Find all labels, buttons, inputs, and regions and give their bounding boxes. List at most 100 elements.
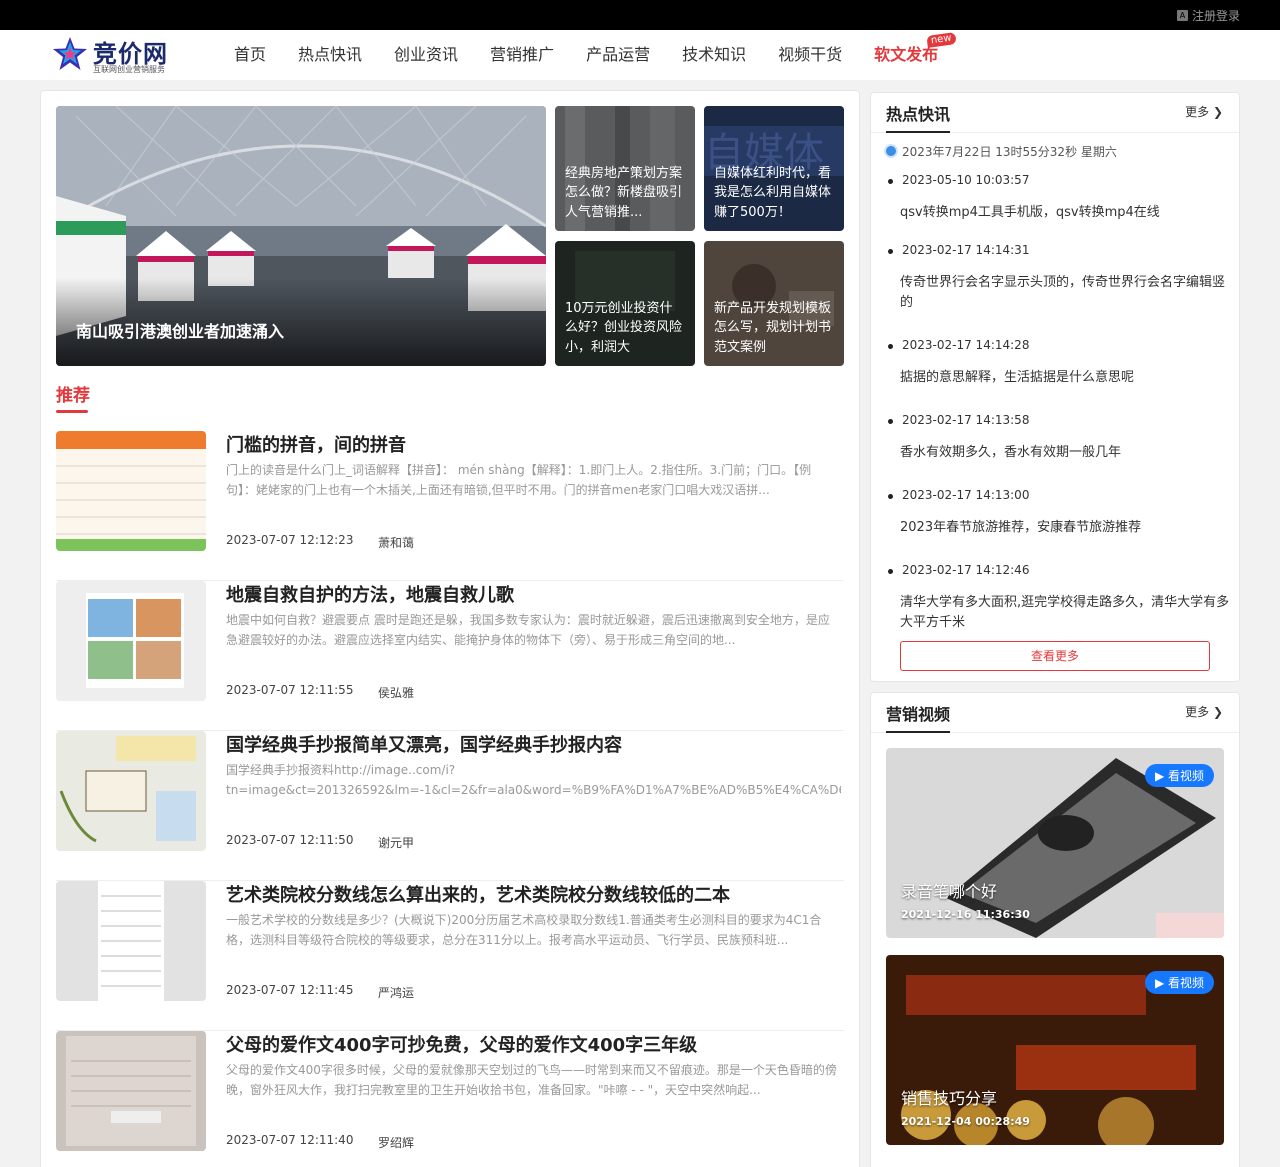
hero-card-1[interactable]: 经典房地产策划方案怎么做？新楼盘吸引人气营销推...	[555, 106, 695, 231]
video-header: 营销视频 更多 ❯	[871, 693, 1239, 733]
logo-slogan: 互联网创业营销服务	[93, 65, 165, 74]
post-thumbnail-image	[56, 581, 206, 701]
timeline-time: 2023-02-17 14:13:00	[902, 488, 1030, 502]
timeline-link[interactable]: 掂据的意思解释，生活掂据是什么意思呢	[900, 368, 1230, 388]
play-video-button[interactable]: ▶ 看视频	[1144, 971, 1214, 994]
post-desc: 地震中如何自救？避震要点 震时是跑还是躲，我国多数专家认为：震时就近躲避，震后迅…	[226, 613, 830, 647]
timeline-link[interactable]: 香水有效期多久，香水有效期一般几年	[900, 443, 1230, 463]
video-card-2[interactable]: ▶ 看视频 销售技巧分享 2021-12-04 00:28:49	[886, 955, 1224, 1145]
post-thumbnail[interactable]	[56, 581, 206, 701]
timeline-current-dot-icon	[886, 146, 896, 156]
post-thumbnail-image	[56, 431, 206, 551]
view-more-button[interactable]: 查看更多	[900, 641, 1210, 671]
site-header: 竞价网 互联网创业营销服务 首页 热点快讯 创业资讯 营销推广 产品运营 技术知…	[0, 30, 1280, 80]
post-title[interactable]: 国学经典手抄报简单又漂亮，国学经典手抄报内容	[226, 731, 622, 757]
video-card-title: 销售技巧分享	[901, 1089, 998, 1108]
hero-card-3-caption: 10万元创业投资什么好？创业投资风险小，利润大	[555, 241, 695, 366]
nav-tech[interactable]: 技术知识	[666, 30, 762, 80]
post-desc: 国学经典手抄报资料http://image..com/i?tn=image&ct…	[226, 763, 841, 797]
hero-card-4-caption: 新产品开发规划模板怎么写，规划计划书范文案例	[704, 241, 844, 366]
chevron-right-icon: ❯	[1212, 105, 1223, 119]
video-card-1[interactable]: ▶ 看视频 录音笔哪个好 2021-12-16 11:36:30	[886, 748, 1224, 938]
nav-video[interactable]: 视频干货	[762, 30, 858, 80]
current-time-text: 2023年7月22日 13时55分32秒 星期六	[902, 145, 1117, 159]
hot-news-more-link[interactable]: 更多 ❯	[1185, 103, 1223, 120]
post-title[interactable]: 门槛的拼音，间的拼音	[226, 431, 406, 457]
timeline-time: 2023-02-17 14:14:28	[902, 338, 1030, 352]
play-label: 看视频	[1167, 769, 1204, 783]
post-date: 2023-07-07 12:11:50	[226, 833, 354, 847]
video-title: 营销视频	[886, 701, 951, 733]
hero-main-card[interactable]: 南山吸引港澳创业者加速涌入	[56, 106, 546, 366]
hero-card-2-caption: 自媒体红利时代，看我是怎么利用自媒体赚了500万！	[704, 106, 844, 231]
post-author[interactable]: 侯弘雅	[378, 684, 414, 701]
timeline-dot-icon	[888, 569, 893, 574]
hero-main-caption: 南山吸引港澳创业者加速涌入	[56, 278, 546, 366]
nav-startup-news[interactable]: 创业资讯	[378, 30, 474, 80]
post-thumbnail[interactable]	[56, 881, 206, 1001]
post-desc: 一般艺术学校的分数线是多少？(大概说下)200分历届艺术高校录取分数线1.普通类…	[226, 913, 822, 947]
post-title[interactable]: 艺术类院校分数线怎么算出来的，艺术类院校分数线较低的二本	[226, 881, 730, 907]
list-item: 地震自救自护的方法，地震自救儿歌 地震中如何自救？避震要点 震时是跑还是躲，我国…	[56, 581, 844, 731]
list-item: 艺术类院校分数线怎么算出来的，艺术类院校分数线较低的二本 一般艺术学校的分数线是…	[56, 881, 844, 1031]
post-author[interactable]: 严鸿运	[378, 984, 414, 1001]
main-content: 南山吸引港澳创业者加速涌入 经典房地产策划方案怎么做？新楼盘吸引人气营销推...…	[40, 90, 860, 1167]
post-title[interactable]: 父母的爱作文400字可抄免费，父母的爱作文400字三年级	[226, 1031, 697, 1057]
post-thumbnail-image	[56, 1031, 206, 1151]
hero-card-3[interactable]: 10万元创业投资什么好？创业投资风险小，利润大	[555, 241, 695, 366]
timeline-link[interactable]: 清华大学有多大面积,逛完学校得走路多久，清华大学有多大平方千米	[900, 593, 1230, 633]
nav-hot-news[interactable]: 热点快讯	[282, 30, 378, 80]
video-card-date: 2021-12-04 00:28:49	[901, 1115, 1030, 1128]
post-thumbnail[interactable]	[56, 431, 206, 551]
timeline-dot-icon	[888, 494, 893, 499]
video-panel: 营销视频 更多 ❯ ▶ 看视频 录音笔哪个好 2021-12-16 11:36:…	[870, 692, 1240, 1167]
list-item: 国学经典手抄报简单又漂亮，国学经典手抄报内容 国学经典手抄报资料http://i…	[56, 731, 844, 881]
timeline-time: 2023-02-17 14:14:31	[902, 243, 1030, 257]
chevron-right-icon: ❯	[1212, 705, 1223, 719]
hot-news-panel: 热点快讯 更多 ❯ 2023年7月22日 13时55分32秒 星期六 2023-…	[870, 92, 1240, 682]
timeline-link[interactable]: 2023年春节旅游推荐，安康春节旅游推荐	[900, 518, 1230, 538]
post-thumbnail-image	[56, 881, 206, 1001]
nav-home[interactable]: 首页	[218, 30, 282, 80]
post-author[interactable]: 萧和蔼	[378, 534, 414, 551]
top-bar: A 注册登录	[0, 0, 1280, 30]
post-date: 2023-07-07 12:11:55	[226, 683, 354, 697]
login-label: 注册登录	[1191, 9, 1240, 23]
hot-news-header: 热点快讯 更多 ❯	[871, 93, 1239, 133]
main-nav: 首页 热点快讯 创业资讯 营销推广 产品运营 技术知识 视频干货 软文发布 new	[218, 30, 957, 80]
site-logo[interactable]: 竞价网 互联网创业营销服务	[52, 34, 182, 76]
nav-softarticle[interactable]: 软文发布 new	[858, 30, 957, 80]
hero-card-1-caption: 经典房地产策划方案怎么做？新楼盘吸引人气营销推...	[555, 106, 695, 231]
timeline-dot-icon	[888, 419, 893, 424]
video-card-title: 录音笔哪个好	[901, 882, 998, 901]
nav-product-ops[interactable]: 产品运营	[570, 30, 666, 80]
post-date: 2023-07-07 12:12:23	[226, 533, 354, 547]
post-thumbnail[interactable]	[56, 1031, 206, 1151]
post-author[interactable]: 罗绍辉	[378, 1134, 414, 1151]
post-thumbnail[interactable]	[56, 731, 206, 851]
post-title[interactable]: 地震自救自护的方法，地震自救儿歌	[226, 581, 514, 607]
play-label: 看视频	[1167, 976, 1204, 990]
timeline-time: 2023-05-10 10:03:57	[902, 173, 1030, 187]
user-icon: A	[1176, 10, 1188, 21]
login-link[interactable]: A 注册登录	[1176, 7, 1240, 24]
post-thumbnail-image	[56, 731, 206, 851]
timeline-dot-icon	[888, 344, 893, 349]
post-desc: 父母的爱作文400字很多时候，父母的爱就像那天空划过的飞鸟——时常到来而又不留痕…	[226, 1063, 837, 1097]
new-badge: new	[926, 32, 957, 48]
nav-marketing[interactable]: 营销推广	[474, 30, 570, 80]
recommend-title: 推荐	[56, 381, 90, 413]
hero-card-4[interactable]: 新产品开发规划模板怎么写，规划计划书范文案例	[704, 241, 844, 366]
hero-card-2[interactable]: 自媒体 自媒体红利时代，看我是怎么利用自媒体赚了500万！	[704, 106, 844, 231]
video-card-date: 2021-12-16 11:36:30	[901, 908, 1030, 921]
play-video-button[interactable]: ▶ 看视频	[1144, 764, 1214, 787]
video-more-link[interactable]: 更多 ❯	[1185, 703, 1223, 720]
post-author[interactable]: 谢元甲	[378, 834, 414, 851]
timeline-link[interactable]: qsv转换mp4工具手机版，qsv转换mp4在线	[900, 203, 1230, 223]
timeline-link[interactable]: 传奇世界行会名字显示头顶的，传奇世界行会名字编辑竖的	[900, 273, 1230, 313]
hot-news-title: 热点快讯	[886, 101, 951, 133]
post-desc: 门上的读音是什么门上_词语解释【拼音】： mén shàng【解释】：1.即门上…	[226, 463, 812, 497]
post-date: 2023-07-07 12:11:45	[226, 983, 354, 997]
video-more-label: 更多	[1185, 705, 1210, 719]
post-date: 2023-07-07 12:11:40	[226, 1133, 354, 1147]
